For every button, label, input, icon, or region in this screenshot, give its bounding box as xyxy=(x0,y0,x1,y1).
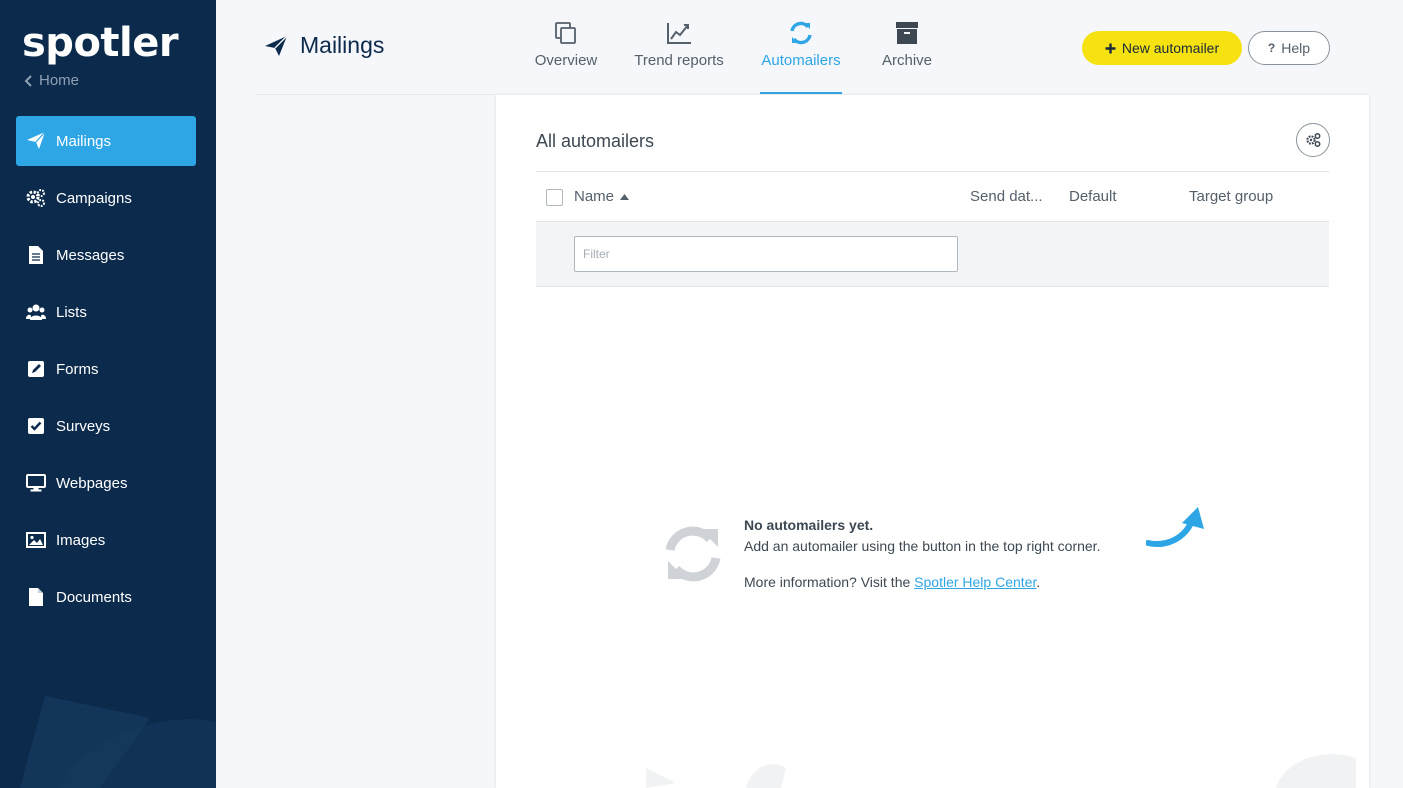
check-square-icon xyxy=(25,415,47,437)
tab-archive[interactable]: Archive xyxy=(882,18,932,94)
more-info-suffix: . xyxy=(1036,574,1041,590)
sidebar-item-webpages[interactable]: Webpages xyxy=(16,458,196,508)
empty-state-text: No automailers yet. Add an automailer us… xyxy=(744,515,1164,593)
sidebar-item-label: Campaigns xyxy=(56,189,132,207)
select-all-checkbox[interactable] xyxy=(546,189,563,206)
column-label: Name xyxy=(574,188,615,205)
question-mark-icon: ? xyxy=(1267,41,1276,55)
tab-label: Trend reports xyxy=(634,52,724,69)
pencil-square-icon xyxy=(25,358,47,380)
empty-body: Add an automailer using the button in th… xyxy=(744,538,1101,554)
help-button[interactable]: ? Help xyxy=(1248,31,1330,65)
sort-ascending-icon xyxy=(620,193,630,200)
archive-box-icon xyxy=(894,18,920,48)
monitor-icon xyxy=(25,472,47,494)
refresh-icon xyxy=(665,526,721,582)
sidebar-item-label: Images xyxy=(56,531,106,549)
column-header-send-date[interactable]: Send dat... xyxy=(970,188,1043,205)
sidebar-item-campaigns[interactable]: Campaigns xyxy=(16,173,196,223)
gears-icon xyxy=(1306,133,1321,147)
page-title-text: Mailings xyxy=(300,32,385,58)
new-automailer-label: New automailer xyxy=(1121,40,1220,56)
filter-row xyxy=(536,222,1329,287)
column-header-target-group[interactable]: Target group xyxy=(1189,188,1273,205)
brand-logo[interactable]: spotler xyxy=(22,20,179,66)
chevron-left-icon xyxy=(24,74,32,87)
sidebar-item-label: Webpages xyxy=(56,474,128,492)
table-header: Name Send dat... Default Target group xyxy=(536,171,1329,222)
refresh-icon xyxy=(788,18,814,48)
top-header: Mailings Overview Trend reports Automail… xyxy=(216,0,1403,95)
automailers-panel: All automailers Name Send dat... Default… xyxy=(496,95,1369,788)
panel-title: All automailers xyxy=(536,131,655,151)
help-label: Help xyxy=(1281,40,1311,56)
line-chart-icon xyxy=(666,18,692,48)
tab-label: Automailers xyxy=(761,52,841,69)
sidebar-item-messages[interactable]: Messages xyxy=(16,230,196,280)
column-header-name[interactable]: Name xyxy=(574,188,630,205)
tab-label: Overview xyxy=(534,52,598,69)
empty-heading: No automailers yet. xyxy=(744,517,874,533)
sidebar-item-label: Messages xyxy=(56,246,125,264)
sidebar-item-forms[interactable]: Forms xyxy=(16,344,196,394)
name-filter-input[interactable] xyxy=(574,236,958,272)
users-icon xyxy=(25,301,47,323)
home-link[interactable]: Home xyxy=(24,72,79,89)
sidebar-item-images[interactable]: Images xyxy=(16,515,196,565)
table-settings-button[interactable] xyxy=(1296,123,1330,157)
curved-arrow-icon xyxy=(1146,507,1204,547)
paper-plane-icon xyxy=(25,130,47,152)
help-center-link[interactable]: Spotler Help Center xyxy=(914,574,1036,590)
sidebar-item-label: Mailings xyxy=(56,132,112,150)
sidebar-item-label: Surveys xyxy=(56,417,111,435)
sidebar-item-surveys[interactable]: Surveys xyxy=(16,401,196,451)
page-title: Mailings xyxy=(264,32,384,59)
sidebar-item-mailings[interactable]: Mailings xyxy=(16,116,196,166)
paper-plane-icon xyxy=(265,35,288,56)
sidebar-item-lists[interactable]: Lists xyxy=(16,287,196,337)
new-automailer-button[interactable]: New automailer xyxy=(1082,31,1242,65)
header-divider xyxy=(256,94,496,95)
copy-icon xyxy=(553,18,579,48)
empty-more-info: More information? Visit the Spotler Help… xyxy=(744,572,1164,593)
column-header-default[interactable]: Default xyxy=(1069,188,1117,205)
sidebar-item-label: Documents xyxy=(56,588,132,606)
tab-label: Archive xyxy=(881,52,933,69)
tab-trend-reports[interactable]: Trend reports xyxy=(632,18,726,94)
tab-automailers[interactable]: Automailers xyxy=(760,18,842,94)
sidebar-nav: Mailings Campaigns Messages Lists Forms … xyxy=(16,116,196,629)
file-icon xyxy=(25,586,47,608)
sidebar-item-label: Forms xyxy=(56,360,99,378)
document-icon xyxy=(25,244,47,266)
sidebar-item-label: Lists xyxy=(56,303,87,321)
sidebar: spotler Home Mailings Campaigns Messages… xyxy=(0,0,216,788)
sidebar-item-documents[interactable]: Documents xyxy=(16,572,196,622)
home-link-label: Home xyxy=(39,72,80,89)
plus-icon xyxy=(1105,43,1116,53)
panel-watermark xyxy=(646,754,1356,788)
gears-icon xyxy=(25,187,47,209)
tab-bar: Overview Trend reports Automailers Archi… xyxy=(530,18,932,94)
image-icon xyxy=(25,529,47,551)
tab-overview[interactable]: Overview xyxy=(530,18,602,94)
more-info-prefix: More information? Visit the xyxy=(744,574,915,590)
sidebar-watermark xyxy=(20,696,216,788)
